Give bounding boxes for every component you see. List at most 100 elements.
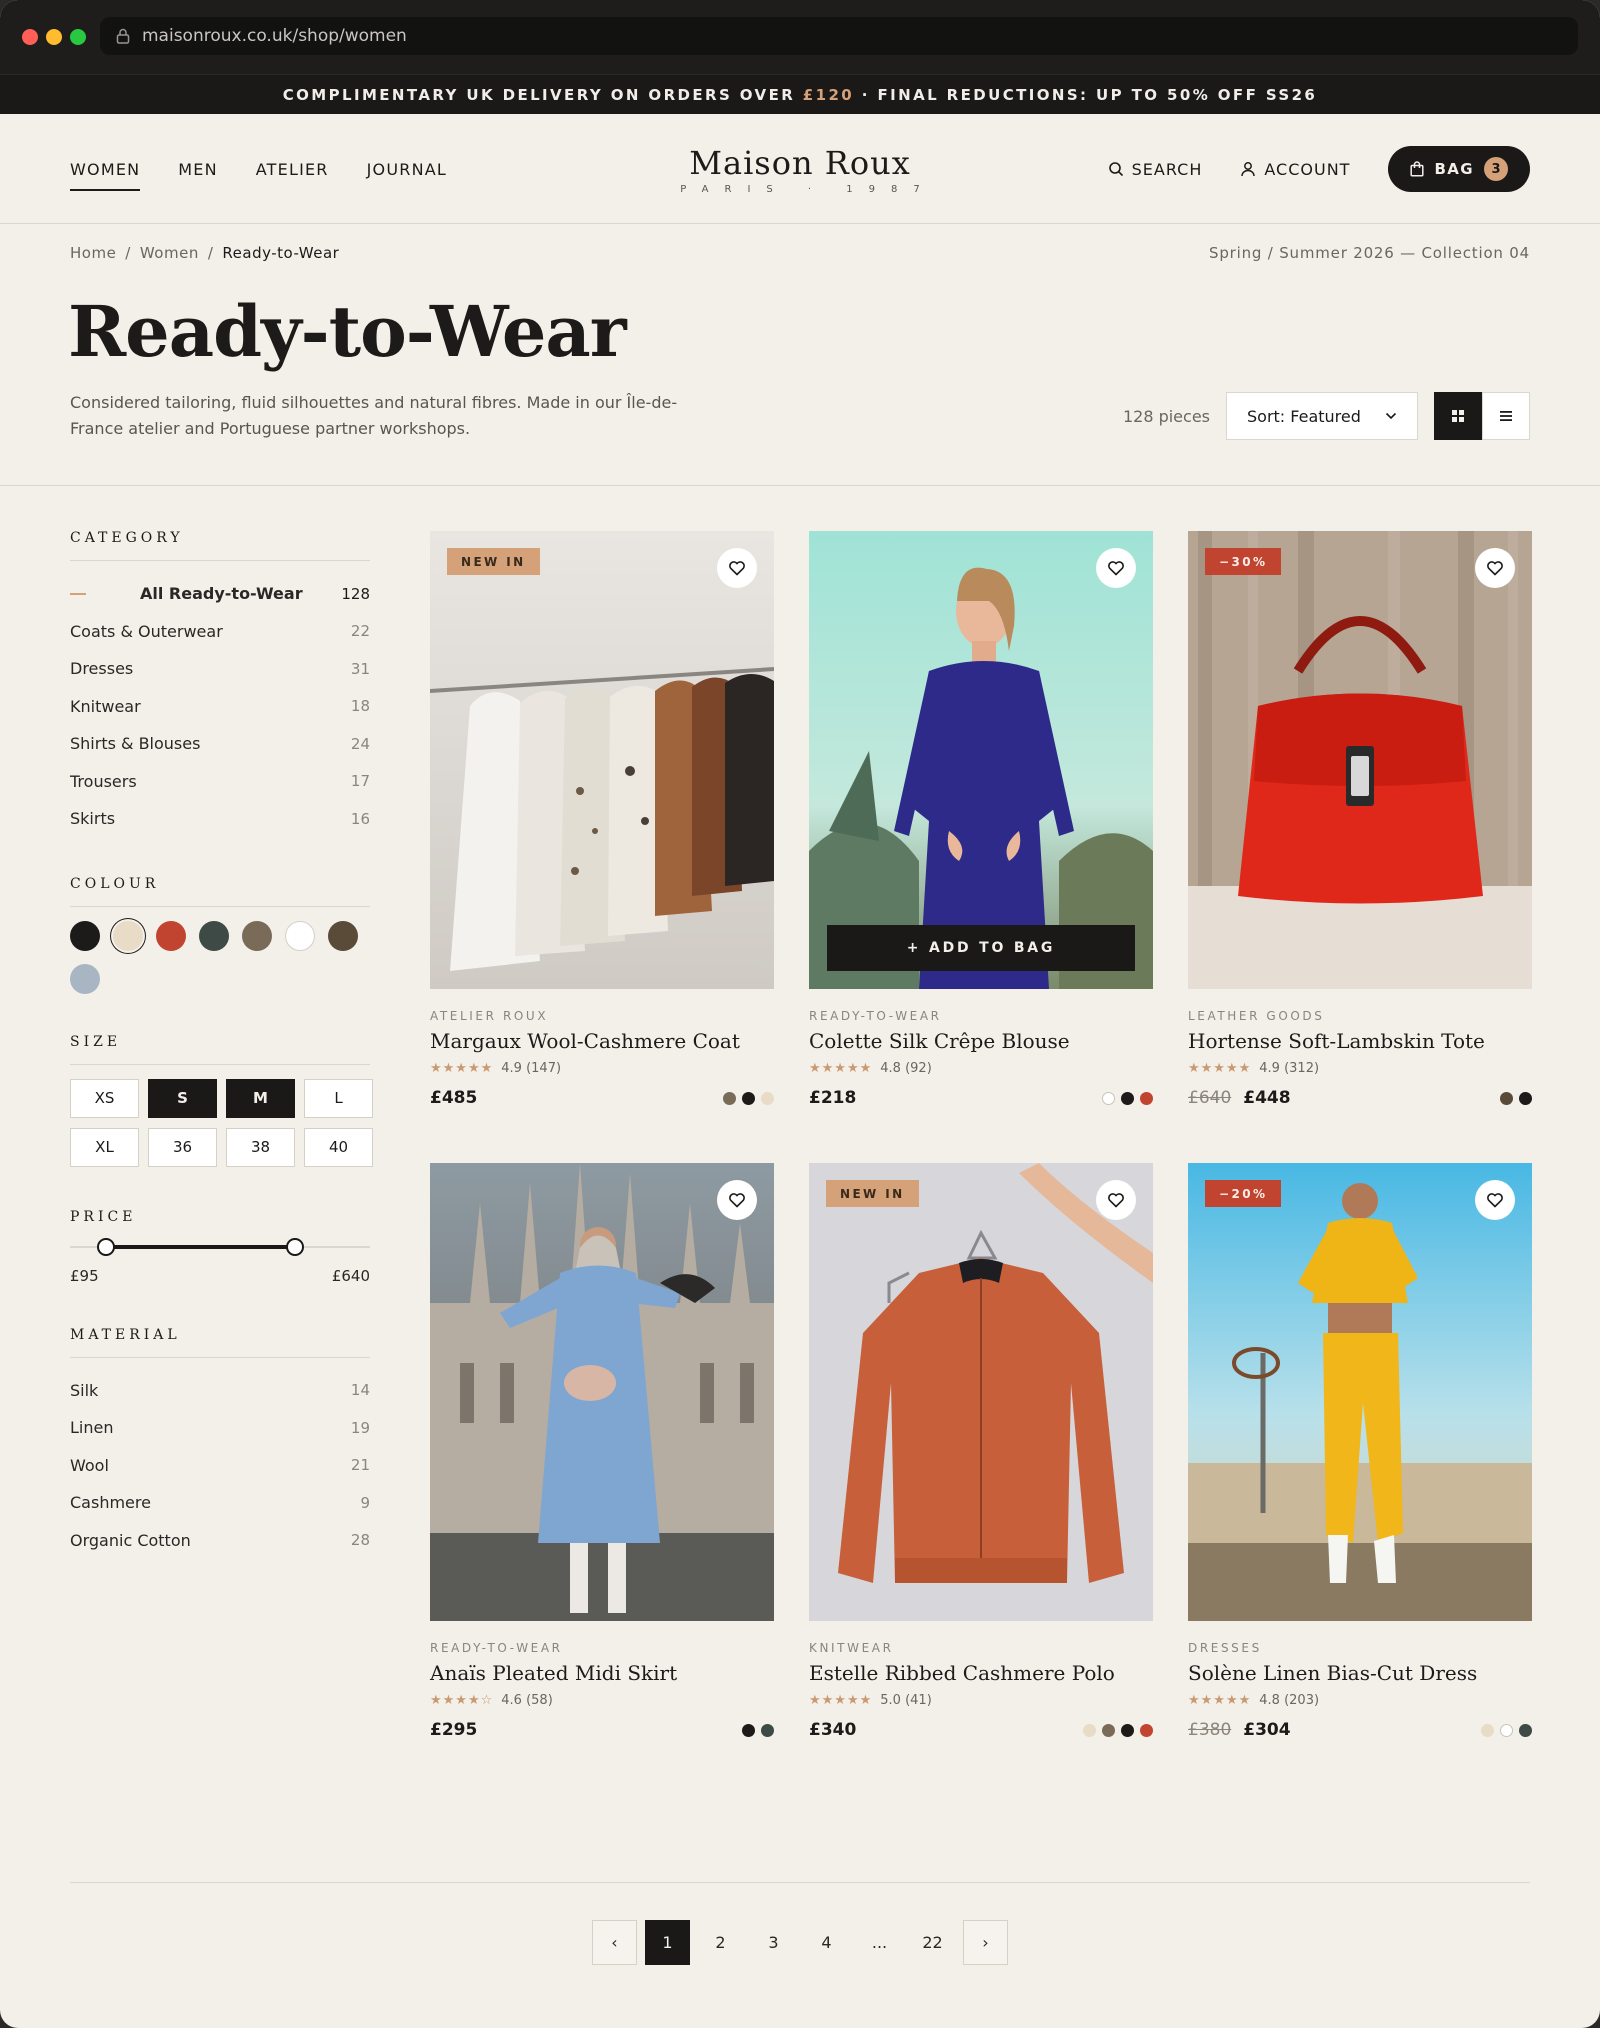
material-item[interactable]: Organic Cotton 28 bbox=[70, 1522, 370, 1560]
product-name[interactable]: Hortense Soft-Lambskin Tote bbox=[1188, 1029, 1532, 1053]
colour-option-dot[interactable] bbox=[1121, 1091, 1134, 1105]
wishlist-button[interactable] bbox=[717, 1180, 757, 1220]
page-number-button[interactable]: 22 bbox=[910, 1920, 955, 1965]
grid-view-button[interactable] bbox=[1434, 392, 1482, 440]
product-name[interactable]: Estelle Ribbed Cashmere Polo bbox=[809, 1661, 1153, 1685]
category-name: Dresses bbox=[70, 659, 134, 679]
category-item[interactable]: Coats & Outerwear 22 bbox=[70, 613, 370, 651]
colour-option-dot[interactable] bbox=[1519, 1091, 1532, 1105]
product-image[interactable]: −20% bbox=[1188, 1163, 1532, 1621]
colour-swatch[interactable] bbox=[199, 920, 229, 951]
size-option[interactable]: M bbox=[226, 1078, 295, 1118]
product-card[interactable]: NEW IN ATELIER ROUX Margaux Wool-Cashmere … bbox=[430, 531, 774, 1108]
price-max-handle[interactable] bbox=[286, 1237, 304, 1256]
colour-swatch[interactable] bbox=[70, 963, 100, 994]
product-image[interactable]: NEW IN bbox=[430, 531, 774, 989]
current-price: £304 bbox=[1243, 1720, 1291, 1740]
price-min-handle[interactable] bbox=[97, 1237, 115, 1256]
size-option[interactable]: L bbox=[304, 1078, 373, 1118]
colour-swatch[interactable] bbox=[70, 920, 100, 951]
category-item[interactable]: Skirts 16 bbox=[70, 800, 370, 838]
material-item[interactable]: Cashmere 9 bbox=[70, 1484, 370, 1522]
wishlist-button[interactable] bbox=[1096, 1180, 1136, 1220]
product-card[interactable]: READY-TO-WEAR Anaïs Pleated Midi Skirt ★★★… bbox=[430, 1163, 774, 1740]
category-item[interactable]: All Ready-to-Wear 128 bbox=[70, 575, 370, 613]
product-card[interactable]: −20% DRESSES Solène Linen Bias-Cut Dress ★★… bbox=[1188, 1163, 1532, 1740]
bag-button[interactable]: BAG 3 bbox=[1388, 146, 1530, 192]
colour-option-dot[interactable] bbox=[742, 1723, 755, 1737]
size-option[interactable]: 36 bbox=[148, 1127, 217, 1167]
page-number-button[interactable]: 1 bbox=[645, 1920, 690, 1965]
colour-option-dot[interactable] bbox=[1102, 1723, 1115, 1737]
size-option[interactable]: XL bbox=[70, 1127, 139, 1167]
breadcrumb-women[interactable]: Women bbox=[140, 244, 199, 262]
colour-option-dot[interactable] bbox=[1083, 1723, 1096, 1737]
wishlist-button[interactable] bbox=[1475, 548, 1515, 588]
add-to-bag-button[interactable]: + ADD TO BAG bbox=[827, 925, 1135, 971]
colour-swatch[interactable] bbox=[285, 920, 315, 951]
close-window-dot[interactable] bbox=[22, 29, 38, 45]
product-rating: ★★★★★ 4.9 (147) bbox=[430, 1061, 774, 1076]
product-name[interactable]: Margaux Wool-Cashmere Coat bbox=[430, 1029, 774, 1053]
wishlist-button[interactable] bbox=[717, 548, 757, 588]
product-name[interactable]: Anaïs Pleated Midi Skirt bbox=[430, 1661, 774, 1685]
wishlist-button[interactable] bbox=[1096, 548, 1136, 588]
category-list: All Ready-to-Wear 128 Coats & Outerwear 22 D… bbox=[70, 575, 370, 838]
colour-option-dot[interactable] bbox=[742, 1091, 755, 1105]
material-label: Organic Cotton bbox=[70, 1530, 191, 1550]
category-item[interactable]: Shirts & Blouses 24 bbox=[70, 725, 370, 763]
colour-swatch[interactable] bbox=[328, 920, 358, 951]
product-card[interactable]: −30% LEATHER GOODS Hortense Soft-Lambskin … bbox=[1188, 531, 1532, 1108]
prev-page-button[interactable]: ‹ bbox=[592, 1920, 637, 1965]
category-item[interactable]: Dresses 31 bbox=[70, 650, 370, 688]
colour-option-dot[interactable] bbox=[1500, 1723, 1513, 1737]
product-image[interactable]: NEW IN bbox=[809, 1163, 1153, 1621]
size-option[interactable]: 38 bbox=[226, 1127, 295, 1167]
product-image[interactable] bbox=[430, 1163, 774, 1621]
product-image[interactable]: + ADD TO BAG bbox=[809, 531, 1153, 989]
product-card[interactable]: + ADD TO BAG READY-TO-WEAR Colette Silk Cr… bbox=[809, 531, 1153, 1108]
price-row: £640 £448 bbox=[1188, 1088, 1532, 1108]
product-image[interactable]: −30% bbox=[1188, 531, 1532, 989]
category-item[interactable]: Knitwear 18 bbox=[70, 688, 370, 726]
next-page-button[interactable]: › bbox=[963, 1920, 1008, 1965]
page-number-button[interactable]: 2 bbox=[698, 1920, 743, 1965]
material-item[interactable]: Silk 14 bbox=[70, 1372, 370, 1410]
product-card[interactable]: NEW IN KNITWEAR Estelle Ribbed Cashmere Po… bbox=[809, 1163, 1153, 1740]
colour-option-dot[interactable] bbox=[1500, 1091, 1513, 1105]
colour-option-dot[interactable] bbox=[1102, 1091, 1115, 1105]
product-name[interactable]: Solène Linen Bias-Cut Dress bbox=[1188, 1661, 1532, 1685]
colour-option-dot[interactable] bbox=[1140, 1723, 1153, 1737]
size-option[interactable]: 40 bbox=[304, 1127, 373, 1167]
minimize-window-dot[interactable] bbox=[46, 29, 62, 45]
wishlist-button[interactable] bbox=[1475, 1180, 1515, 1220]
colour-option-dot[interactable] bbox=[1121, 1723, 1134, 1737]
colour-option-dot[interactable] bbox=[1519, 1723, 1532, 1737]
colour-option-dot[interactable] bbox=[1140, 1091, 1153, 1105]
colour-swatch[interactable] bbox=[156, 920, 186, 951]
colour-option-dot[interactable] bbox=[761, 1091, 774, 1105]
list-view-button[interactable] bbox=[1482, 392, 1530, 440]
colour-option-dot[interactable] bbox=[723, 1091, 736, 1105]
price-slider[interactable] bbox=[70, 1235, 370, 1259]
colour-swatch[interactable] bbox=[113, 920, 143, 951]
product-name[interactable]: Colette Silk Crêpe Blouse bbox=[809, 1029, 1153, 1053]
colour-option-dot[interactable] bbox=[1481, 1723, 1494, 1737]
colour-swatch[interactable] bbox=[242, 920, 272, 951]
material-item[interactable]: Wool 21 bbox=[70, 1447, 370, 1485]
category-item[interactable]: Trousers 17 bbox=[70, 763, 370, 801]
original-price: £640 bbox=[1188, 1088, 1232, 1108]
sort-dropdown[interactable]: Sort: Featured bbox=[1226, 392, 1418, 440]
material-item[interactable]: Linen 19 bbox=[70, 1409, 370, 1447]
maximize-window-dot[interactable] bbox=[70, 29, 86, 45]
breadcrumb-home[interactable]: Home bbox=[70, 244, 116, 262]
page-number-button[interactable]: 4 bbox=[804, 1920, 849, 1965]
account-button[interactable]: ACCOUNT bbox=[1240, 160, 1350, 179]
size-option[interactable]: S bbox=[148, 1078, 217, 1118]
product-rating: ★★★★★ 4.8 (92) bbox=[809, 1061, 1153, 1076]
colour-option-dot[interactable] bbox=[761, 1723, 774, 1737]
search-button[interactable]: SEARCH bbox=[1108, 160, 1203, 179]
address-bar[interactable]: maisonroux.co.uk/shop/women bbox=[100, 17, 1578, 55]
size-option[interactable]: XS bbox=[70, 1078, 139, 1118]
page-number-button[interactable]: 3 bbox=[751, 1920, 796, 1965]
